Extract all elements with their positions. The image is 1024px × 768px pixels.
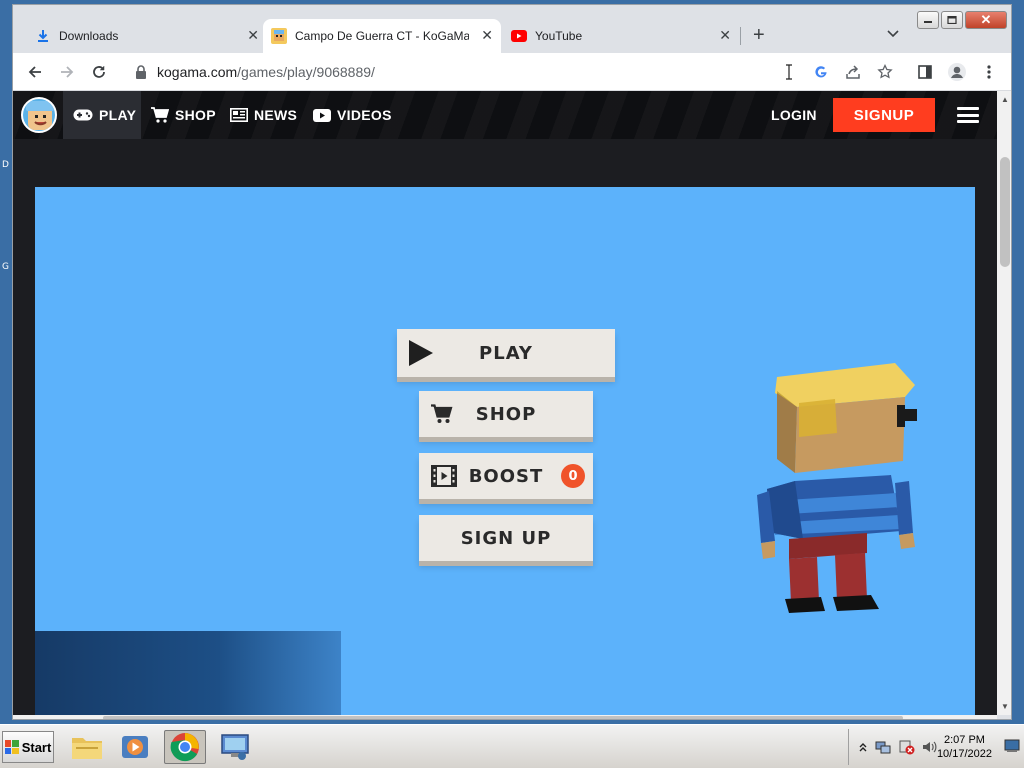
boost-count-badge: 0 (561, 464, 585, 488)
game-shadow-panel (35, 631, 341, 715)
clock-date: 10/17/2022 (936, 748, 992, 760)
game-play-label: PLAY (479, 342, 533, 364)
profile-icon[interactable] (947, 62, 967, 82)
system-clock[interactable]: 2:07 PM 10/17/2022 (937, 733, 992, 761)
address-bar[interactable]: kogama.com/games/play/9068889/ (125, 57, 845, 87)
scroll-down-icon[interactable]: ▼ (1001, 702, 1009, 711)
nav-login[interactable]: LOGIN (771, 91, 817, 139)
forward-icon[interactable] (57, 62, 77, 82)
tab-title: YouTube (535, 29, 583, 43)
game-shop-button[interactable]: SHOP (419, 391, 593, 437)
kogama-favicon-icon (271, 28, 287, 44)
newspaper-icon (230, 108, 248, 122)
game-boost-button[interactable]: BOOST 0 (419, 453, 593, 499)
nav-news-label: NEWS (254, 107, 298, 123)
google-icon[interactable] (811, 62, 831, 82)
nav-shop-label: SHOP (175, 107, 216, 123)
play-triangle-icon (409, 340, 433, 366)
close-tab-icon[interactable]: ✕ (719, 28, 731, 42)
file-explorer-icon[interactable] (66, 730, 108, 764)
youtube-icon (511, 28, 527, 44)
site-navbar: PLAY SHOP NEWS VIDEOS LOGIN SIGNUP (13, 91, 997, 139)
tab-kogama[interactable]: Campo De Guerra CT - KoGaMa - Pl ✕ (263, 19, 501, 53)
nav-videos-label: VIDEOS (337, 107, 392, 123)
side-panel-icon[interactable] (915, 62, 935, 82)
lock-icon (135, 65, 147, 79)
film-strip-icon (431, 465, 457, 487)
menu-kebab-icon[interactable] (979, 62, 999, 82)
scrollbar-thumb[interactable] (1000, 157, 1010, 267)
game-shop-label: SHOP (475, 403, 537, 425)
minimize-button[interactable] (917, 11, 939, 29)
video-play-icon (313, 108, 331, 122)
close-tab-icon[interactable]: ✕ (247, 28, 259, 42)
security-alert-tray-icon[interactable] (899, 739, 915, 760)
nav-play[interactable]: PLAY (63, 91, 141, 139)
windows-flag-icon (4, 740, 19, 754)
share-icon[interactable] (843, 62, 863, 82)
scroll-up-icon[interactable]: ▲ (1001, 95, 1009, 104)
nav-signup-button[interactable]: SIGNUP (833, 98, 935, 132)
nav-news[interactable]: NEWS (230, 91, 297, 139)
browser-toolbar: kogama.com/games/play/9068889/ (13, 53, 1011, 91)
game-boost-label: BOOST (468, 465, 544, 487)
tab-youtube[interactable]: YouTube ✕ (503, 19, 739, 53)
tab-search-chevron-icon[interactable] (887, 27, 899, 41)
tab-title: Downloads (59, 29, 119, 43)
horizontal-scrollbar[interactable] (13, 715, 997, 719)
page-viewport: PLAY SHOP NEWS VIDEOS LOGIN SIGNUP PLAY … (13, 91, 997, 715)
gamepad-icon (73, 109, 93, 121)
kogama-logo[interactable] (21, 97, 57, 133)
taskbar: Start 2:07 PM 10/17/2022 (0, 724, 1024, 768)
tab-strip: Downloads ✕ Campo De Guerra CT - KoGaMa … (13, 5, 1011, 53)
clock-time: 2:07 PM (943, 734, 985, 746)
tab-downloads[interactable]: Downloads ✕ (27, 19, 267, 53)
close-tab-icon[interactable]: ✕ (481, 28, 493, 42)
chrome-taskbar-icon[interactable] (164, 730, 206, 764)
maximize-button[interactable] (941, 11, 963, 29)
close-window-button[interactable]: ✕ (965, 11, 1007, 29)
game-play-button[interactable]: PLAY (397, 329, 615, 377)
download-icon (35, 28, 51, 44)
network-tray-icon[interactable] (875, 739, 891, 760)
start-button[interactable]: Start (2, 731, 54, 763)
tab-title: Campo De Guerra CT - KoGaMa - Pl (295, 29, 469, 43)
system-tray: 2:07 PM 10/17/2022 (848, 729, 1024, 765)
desktop-icon-label: G (2, 262, 9, 272)
player-avatar (755, 363, 925, 623)
text-cursor-icon (779, 62, 799, 82)
desktop-icon-label: D (2, 160, 9, 170)
back-icon[interactable] (25, 62, 45, 82)
volume-icon[interactable] (921, 739, 937, 760)
reload-icon[interactable] (89, 62, 109, 82)
nav-videos[interactable]: VIDEOS (313, 91, 392, 139)
window-controls: ✕ (917, 11, 1007, 29)
network-computer-icon[interactable] (214, 730, 256, 764)
game-canvas[interactable]: PLAY SHOP BOOST 0 SIGN UP (35, 187, 975, 715)
tray-expand-icon[interactable] (859, 739, 867, 757)
hscrollbar-thumb[interactable] (103, 716, 903, 719)
hamburger-menu-icon[interactable] (957, 107, 979, 123)
url-text: kogama.com/games/play/9068889/ (157, 64, 375, 80)
show-desktop-icon[interactable] (1004, 739, 1020, 758)
vertical-scrollbar[interactable]: ▲ ▼ (997, 91, 1011, 715)
cart-icon (151, 107, 169, 123)
media-player-icon[interactable] (114, 730, 156, 764)
start-label: Start (21, 739, 52, 755)
new-tab-button[interactable]: + (753, 25, 765, 45)
nav-play-label: PLAY (99, 107, 137, 123)
browser-window: Downloads ✕ Campo De Guerra CT - KoGaMa … (12, 4, 1012, 720)
tab-separator (740, 27, 741, 45)
cart-icon (431, 404, 453, 424)
bookmark-star-icon[interactable] (875, 62, 895, 82)
nav-shop[interactable]: SHOP (151, 91, 216, 139)
game-signup-button[interactable]: SIGN UP (419, 515, 593, 561)
game-signup-label: SIGN UP (460, 527, 552, 549)
